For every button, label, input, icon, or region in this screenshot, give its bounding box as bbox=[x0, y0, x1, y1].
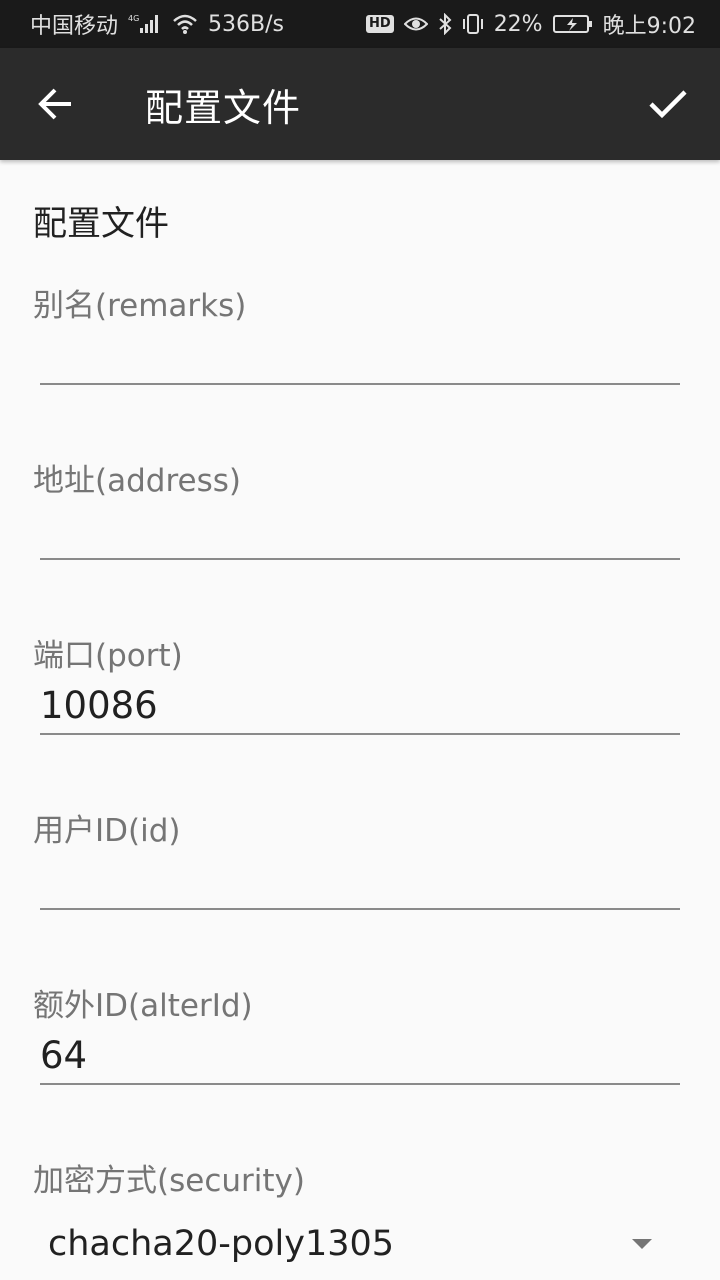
page-title: 配置文件 bbox=[145, 85, 302, 130]
remarks-label: 别名(remarks) bbox=[33, 288, 247, 324]
app-bar: 配置文件 bbox=[0, 48, 720, 160]
confirm-button[interactable] bbox=[636, 76, 700, 132]
port-label: 端口(port) bbox=[33, 638, 183, 674]
user-id-input[interactable] bbox=[40, 861, 680, 901]
back-button[interactable] bbox=[28, 76, 84, 132]
user-id-label: 用户ID(id) bbox=[33, 813, 181, 849]
security-value: chacha20-poly1305 bbox=[48, 1224, 395, 1264]
hd-icon: HD bbox=[366, 15, 394, 33]
address-input[interactable] bbox=[40, 511, 680, 551]
vibrate-icon bbox=[462, 13, 484, 35]
section-title: 配置文件 bbox=[33, 204, 169, 244]
battery-percent: 22% bbox=[493, 11, 543, 37]
signal-icon: 4G bbox=[128, 13, 162, 35]
address-underline bbox=[40, 558, 680, 560]
clock: 晚上9:02 bbox=[602, 14, 696, 39]
port-underline bbox=[40, 733, 680, 735]
dropdown-arrow-icon bbox=[632, 1239, 652, 1249]
status-left: 中国移动 4G 536B/s bbox=[30, 8, 284, 40]
check-icon bbox=[649, 90, 687, 119]
alter-id-underline bbox=[40, 1083, 680, 1085]
alter-id-input[interactable]: 64 bbox=[40, 1036, 680, 1076]
eye-icon bbox=[403, 15, 428, 33]
address-label: 地址(address) bbox=[33, 463, 241, 499]
battery-icon bbox=[552, 14, 593, 34]
security-select[interactable]: chacha20-poly1305 bbox=[48, 1218, 668, 1272]
carrier-name: 中国移动 bbox=[30, 14, 119, 39]
status-right: HD 22% 晚上9:02 bbox=[366, 8, 696, 40]
status-bar: 中国移动 4G 536B/s HD 22% 晚上9:02 bbox=[0, 0, 720, 48]
remarks-input[interactable] bbox=[40, 336, 680, 376]
user-id-underline bbox=[40, 908, 680, 910]
bluetooth-icon bbox=[438, 13, 452, 35]
network-type: 4G bbox=[128, 14, 139, 23]
remarks-underline bbox=[40, 383, 680, 385]
port-input[interactable]: 10086 bbox=[40, 686, 680, 726]
wifi-icon bbox=[172, 13, 198, 35]
network-speed: 536B/s bbox=[208, 11, 284, 37]
alter-id-label: 额外ID(alterId) bbox=[33, 988, 253, 1024]
arrow-back-icon bbox=[38, 88, 71, 120]
security-label: 加密方式(security) bbox=[33, 1163, 305, 1199]
